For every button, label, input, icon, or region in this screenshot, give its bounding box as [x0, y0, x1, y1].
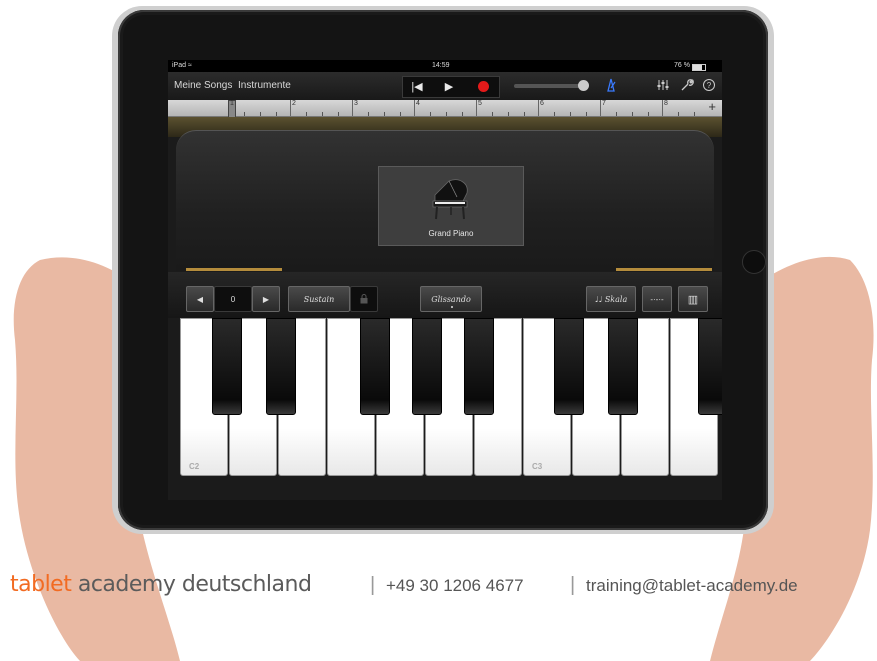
separator: |	[370, 574, 376, 596]
lock-icon	[360, 294, 368, 304]
rewind-button[interactable]: |◀	[404, 76, 430, 96]
octave-display: 0	[214, 286, 252, 312]
key-label-c3: C3	[532, 462, 543, 471]
keyboard-layout-button[interactable]: ▥	[678, 286, 708, 312]
device-label: iPad	[172, 62, 187, 69]
sustain-label: Sustain	[303, 294, 335, 304]
play-icon: ▶	[444, 80, 454, 93]
timeline-ruler[interactable]: 1 2 3 4 5 6 7 8 +	[168, 99, 722, 118]
brand-name-part2: academy deutschland	[71, 572, 312, 597]
sustain-lock-button[interactable]	[350, 286, 378, 312]
sustain-button[interactable]: Sustain	[288, 286, 350, 312]
metronome-icon[interactable]	[604, 78, 618, 92]
wrench-icon[interactable]	[680, 78, 694, 92]
record-icon	[477, 80, 489, 92]
octave-down-button[interactable]: ◀	[186, 286, 214, 312]
email-link[interactable]: training@tablet-academy.de	[586, 576, 798, 596]
battery-icon	[691, 64, 706, 71]
keyboard-controls: ◀ 0 ▶ Sustain Glissando ♩♩ Skala -·-·- ▥	[168, 272, 722, 318]
brand-logo: tablet academy deutschland	[10, 572, 312, 597]
octave-up-button[interactable]: ▶	[252, 286, 280, 312]
play-button[interactable]: ▶	[436, 76, 462, 96]
black-key[interactable]	[412, 318, 442, 415]
clock: 14:59	[432, 62, 450, 69]
arpeggiator-button[interactable]: -·-·-	[642, 286, 672, 312]
instruments-button[interactable]: Instrumente	[238, 80, 291, 91]
toolbar: Meine Songs Instrumente |◀ ▶ ?	[168, 72, 722, 100]
battery-percent: 76 %	[674, 62, 690, 69]
brand-name-part1: tablet	[10, 572, 72, 597]
glissando-label: Glissando	[431, 294, 471, 304]
home-button[interactable]	[742, 250, 766, 274]
record-button[interactable]	[470, 76, 496, 96]
add-section-button[interactable]: +	[708, 99, 716, 114]
wifi-icon: ≈	[188, 62, 192, 69]
separator: |	[570, 574, 576, 596]
footer: tablet academy deutschland | +49 30 1206…	[0, 572, 877, 602]
arrow-right-icon: ▶	[262, 294, 270, 304]
status-bar: iPad ≈ 14:59 76 %	[168, 60, 722, 72]
accent-line-left	[186, 268, 282, 271]
mixer-icon[interactable]	[656, 78, 670, 92]
black-key[interactable]	[698, 318, 722, 415]
black-key[interactable]	[464, 318, 494, 415]
volume-slider-knob[interactable]	[578, 80, 589, 91]
svg-text:?: ?	[707, 81, 712, 90]
octave-value: 0	[230, 294, 236, 304]
phone-number: +49 30 1206 4677	[386, 576, 524, 595]
bar-number: 6	[540, 100, 544, 107]
scale-label: ♩♩ Skala	[594, 294, 628, 304]
my-songs-button[interactable]: Meine Songs	[174, 80, 232, 91]
rewind-icon: |◀	[411, 80, 423, 93]
black-key[interactable]	[212, 318, 242, 415]
instrument-selector[interactable]: Grand Piano	[378, 166, 524, 246]
glissando-button[interactable]: Glissando	[420, 286, 482, 312]
piano-keyboard: C2 C3	[180, 318, 722, 478]
scale-button[interactable]: ♩♩ Skala	[586, 286, 636, 312]
help-icon[interactable]: ?	[702, 78, 716, 92]
instrument-name: Grand Piano	[428, 229, 474, 238]
bar-number: 1	[230, 100, 234, 107]
keyboard-icon: ▥	[687, 293, 699, 306]
battery-indicator: 76 %	[674, 62, 706, 71]
black-key[interactable]	[554, 318, 584, 415]
grand-piano-icon	[432, 179, 468, 220]
bar-number: 8	[664, 100, 668, 107]
accent-line-right	[616, 268, 712, 271]
bar-number: 2	[292, 100, 296, 107]
bar-number: 7	[602, 100, 606, 107]
arrow-left-icon: ◀	[196, 294, 204, 304]
bar-number: 4	[416, 100, 420, 107]
selection-dot	[451, 306, 453, 308]
bar-number: 5	[478, 100, 482, 107]
black-key[interactable]	[266, 318, 296, 415]
bar-number: 3	[354, 100, 358, 107]
black-key[interactable]	[608, 318, 638, 415]
key-label-c2: C2	[189, 462, 200, 471]
arpeggio-icon: -·-·-	[650, 294, 664, 304]
volume-slider[interactable]	[514, 80, 589, 91]
black-key[interactable]	[360, 318, 390, 415]
garageband-screen: iPad ≈ 14:59 76 % Meine Songs Instrument…	[168, 60, 722, 500]
